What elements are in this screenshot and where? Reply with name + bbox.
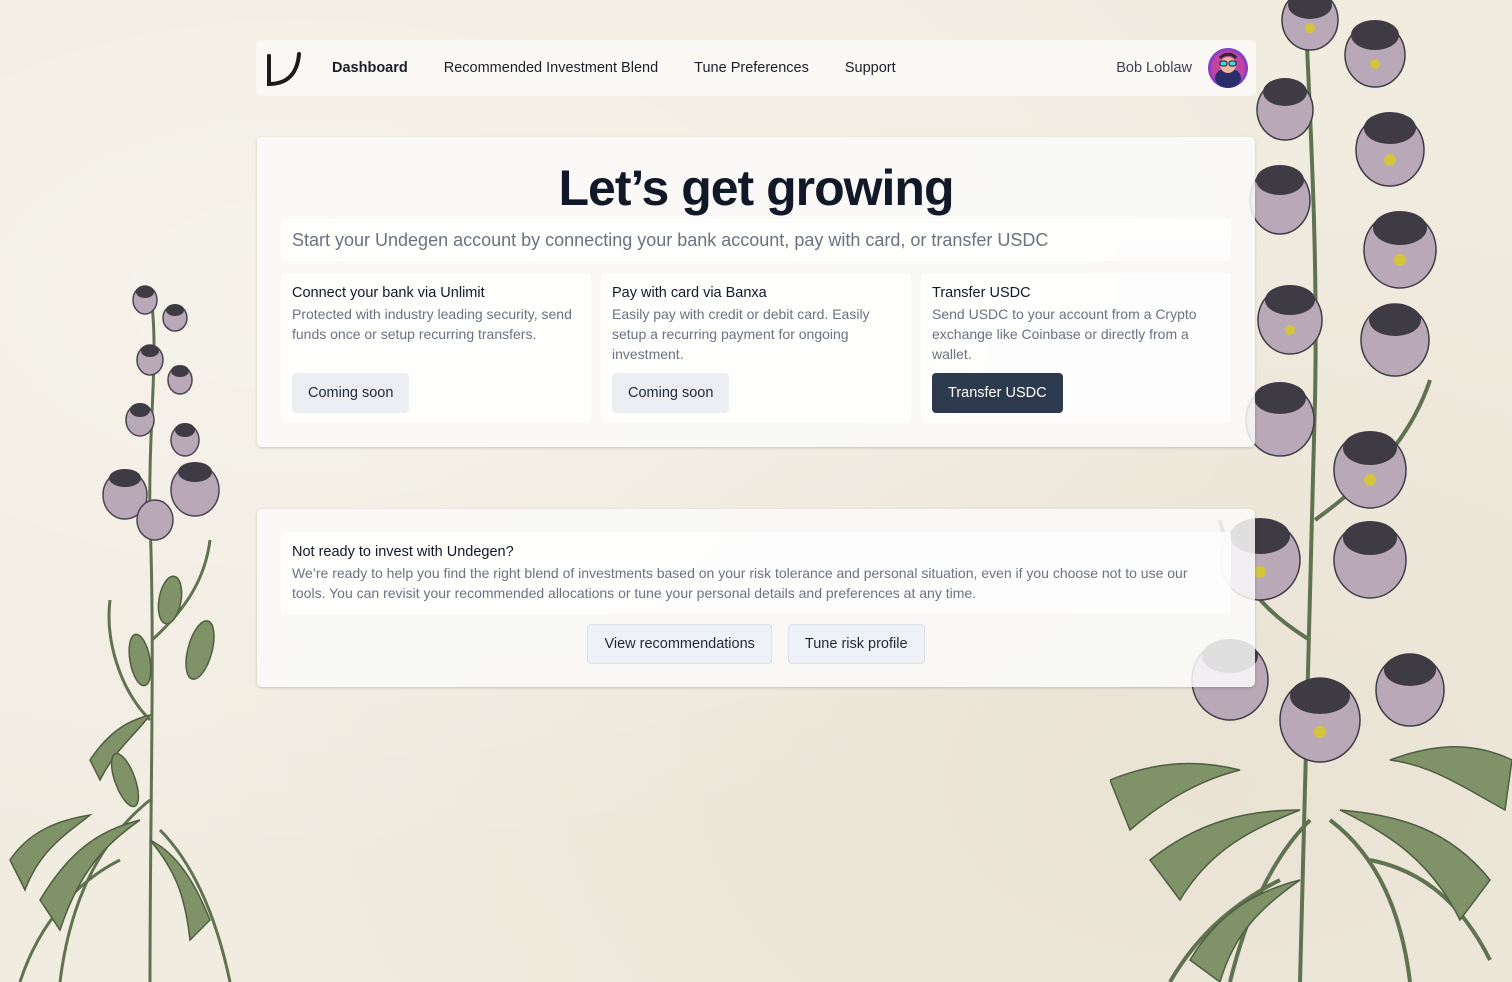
- option-transfer-usdc: Transfer USDC Send USDC to your account …: [921, 273, 1231, 423]
- user-name[interactable]: Bob Loblaw: [1116, 60, 1192, 76]
- option-description: Easily pay with credit or debit card. Ea…: [612, 306, 870, 362]
- user-avatar[interactable]: [1208, 48, 1248, 88]
- nav-links: Dashboard Recommended Investment Blend T…: [332, 60, 914, 76]
- funding-options: Connect your bank via Unlimit Protected …: [281, 273, 1231, 423]
- not-ready-box: Not ready to invest with Undegen? We’re …: [281, 532, 1231, 614]
- option-title: Transfer USDC: [932, 285, 1031, 301]
- nav-link-recommended-investment-blend[interactable]: Recommended Investment Blend: [426, 60, 676, 76]
- option-title: Connect your bank via Unlimit: [292, 285, 485, 301]
- option-bank-unlimit: Connect your bank via Unlimit Protected …: [281, 273, 591, 423]
- tune-risk-profile-button[interactable]: Tune risk profile: [787, 624, 925, 664]
- undegen-logo-icon[interactable]: [264, 48, 304, 88]
- not-ready-title: Not ready to invest with Undegen?: [292, 544, 514, 560]
- option-description: Send USDC to your account from a Crypto …: [932, 306, 1197, 362]
- option-card-banxa: Pay with card via Banxa Easily pay with …: [601, 273, 911, 423]
- top-nav: Dashboard Recommended Investment Blend T…: [256, 40, 1256, 96]
- view-recommendations-button[interactable]: View recommendations: [587, 624, 772, 664]
- page-subtitle: Start your Undegen account by connecting…: [292, 229, 1049, 250]
- funding-card: Let’s get growing Start your Undegen acc…: [257, 137, 1255, 447]
- page-title: Let’s get growing: [558, 160, 954, 216]
- coming-soon-button-card[interactable]: Coming soon: [612, 373, 730, 413]
- coming-soon-button-bank[interactable]: Coming soon: [292, 373, 410, 413]
- botanical-left-illustration: [9, 285, 232, 982]
- not-ready-description: We’re ready to help you find the right b…: [292, 565, 1188, 601]
- nav-link-support[interactable]: Support: [827, 60, 914, 76]
- nav-link-tune-preferences[interactable]: Tune Preferences: [676, 60, 827, 76]
- transfer-usdc-button[interactable]: Transfer USDC: [932, 373, 1063, 413]
- not-ready-actions: View recommendations Tune risk profile: [257, 624, 1255, 664]
- option-title: Pay with card via Banxa: [612, 285, 767, 301]
- subtitle-box: Start your Undegen account by connecting…: [281, 219, 1231, 261]
- nav-link-dashboard[interactable]: Dashboard: [332, 60, 426, 76]
- option-description: Protected with industry leading security…: [292, 306, 572, 342]
- not-ready-card: Not ready to invest with Undegen? We’re …: [257, 509, 1255, 687]
